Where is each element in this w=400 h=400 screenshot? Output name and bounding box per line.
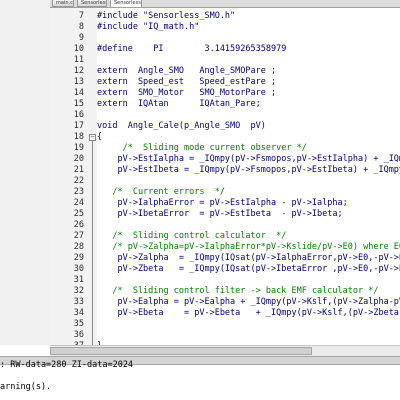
horizontal-scrollbar-thumb[interactable] [50,347,312,355]
code-comment-line[interactable]: /* Sliding control calculator */ [97,231,286,242]
code-line[interactable]: void Angle_Cale(p_Angle_SMO pV) [97,121,266,132]
line-number: 17 [73,121,84,131]
line-number: 13 [73,77,84,87]
code-comment-line[interactable]: /* Sliding mode current observer */ [97,143,307,154]
line-number: 27 [73,231,84,241]
build-output-panel: : RW-data=280 ZI-data=2024 arning(s). [0,360,400,400]
fold-guide-line [92,141,93,347]
line-number: 24 [73,198,84,208]
line-number: 26 [73,220,84,230]
code-line[interactable]: extern Speed_est Speed_estPare ; [97,77,276,88]
code-comment-line[interactable]: /* Current errors */ [97,187,225,198]
line-number: 36 [73,330,84,340]
code-line[interactable]: #define PI 3.14159265358979 [97,44,286,55]
code-line[interactable]: pV->IbetaError = pV->EstIbeta - pV->Ibet… [97,209,342,220]
line-number: 16 [73,110,84,120]
code-line[interactable]: pV->Zbeta = _IQmpy(IQsat(pV->IbetaError … [97,264,400,275]
line-number: 9 [78,33,84,43]
line-number: 33 [73,297,84,307]
output-line: arning(s). [0,382,52,392]
line-number: 30 [73,264,84,274]
line-number: 20 [73,154,84,164]
tab-sensorless-smo-h[interactable]: Sensorless_SMO.h [110,0,142,7]
line-number: 10 [73,44,84,54]
line-number: 25 [73,209,84,219]
line-number: 11 [73,55,84,65]
tab-main-c[interactable]: main.c [52,0,74,7]
line-number: 18 [73,132,84,142]
code-line[interactable]: pV->Zalpha = _IQmpy(IQsat(pV->IalphaErro… [97,253,400,264]
code-line[interactable]: extern Angle_SMO Angle_SMOPare ; [97,66,276,77]
code-comment-line[interactable]: /* Sliding control filter -> back EMF ca… [97,286,378,297]
tab-sensorless-smo-c[interactable]: Sensorless_SMO.c [77,0,107,7]
line-number: 28 [73,242,84,252]
project-panel [0,0,51,345]
editor-tab-bar: main.c Sensorless_SMO.c Sensorless_SMO.h [50,0,400,8]
line-number: 19 [73,143,84,153]
line-number: 23 [73,187,84,197]
line-number: 21 [73,165,84,175]
code-line[interactable]: pV->EstIalpha = _IQmpy(pV->Fsmopos,pV->E… [97,154,400,165]
line-number: 22 [73,176,84,186]
code-line[interactable]: extern SMO_Motor SMO_MotorPare ; [97,88,276,99]
line-number: 14 [73,88,84,98]
code-line[interactable]: pV->Ealpha = pV->Ealpha + _IQmpy(pV->Ksl… [97,297,400,308]
code-comment-line[interactable]: /* pV->Zalpha=pV->IalphaError*pV->Kslide… [97,242,400,253]
line-number-gutter: 7 8 9 10 11 12 13 14 15 16 17 18 19 20 21 22 23 24 25 26 27 2… [50,8,97,384]
line-number: 29 [73,253,84,263]
horizontal-scrollbar[interactable] [50,345,400,356]
output-line: : RW-data=280 ZI-data=2024 [0,360,134,370]
code-line[interactable]: pV->IalphaError = pV->EstIalpha - pV->Ia… [97,198,347,209]
code-line[interactable]: #include "IQ_math.h" [97,22,199,33]
line-number: 7 [78,11,84,21]
line-number: 35 [73,319,84,329]
code-line[interactable]: pV->Ebeta = pV->Ebeta + _IQmpy(pV->Kslf,… [97,308,400,319]
line-number: 34 [73,308,84,318]
code-line[interactable]: extern IQAtan IQAtan_Pare; [97,99,261,110]
code-line[interactable]: { [97,132,102,143]
code-line[interactable]: pV->EstIbeta = _IQmpy(pV->Fsmopos,pV->Es… [97,165,400,176]
line-number: 12 [73,66,84,76]
line-number: 31 [73,275,84,285]
line-number: 32 [73,286,84,296]
line-number: 15 [73,99,84,109]
code-line[interactable]: #include "Sensorless_SMO.h" [97,11,235,22]
line-number: 8 [78,22,84,32]
fold-collapse-icon[interactable]: − [89,134,96,141]
code-editor[interactable]: #include "Sensorless_SMO.h" #include "IQ_… [97,8,400,345]
